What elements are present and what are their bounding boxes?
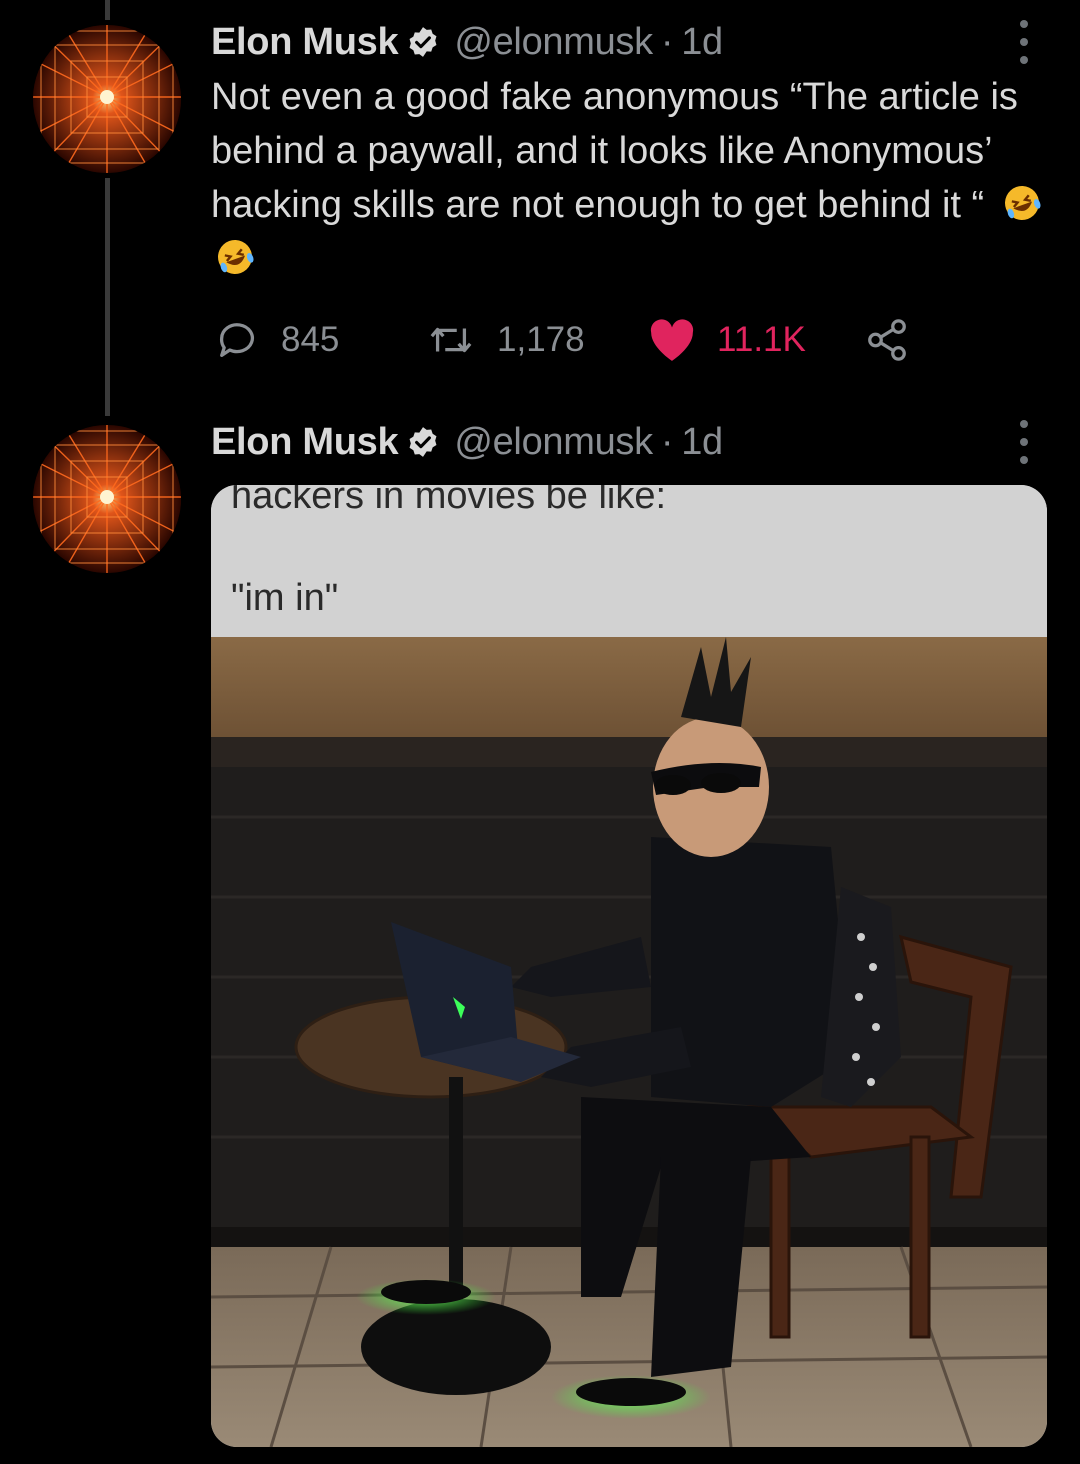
like-button[interactable]: 11.1K (647, 312, 806, 368)
verified-badge-icon (409, 27, 437, 57)
tweet-timestamp[interactable]: 1d (681, 421, 723, 464)
more-options-icon[interactable] (1010, 20, 1038, 64)
meme-caption: hackers in movies be like: "im in" (211, 485, 1047, 637)
meme-caption-line1: hackers in movies be like: (231, 485, 667, 517)
author-name[interactable]: Elon Musk (211, 421, 399, 464)
retweet-count: 1,178 (497, 320, 585, 359)
separator-dot: · (660, 20, 674, 63)
reply-icon (220, 323, 254, 357)
reply-button[interactable]: 845 (215, 312, 339, 368)
tweet-actions: 845 1,178 11.1K (211, 312, 971, 368)
laughing-emoji-icon (1005, 186, 1041, 220)
avatar[interactable] (33, 25, 181, 173)
share-button[interactable] (863, 312, 931, 368)
author-handle[interactable]: @elonmusk (454, 421, 653, 464)
share-icon (868, 319, 906, 361)
separator-dot: · (660, 420, 674, 463)
like-count: 11.1K (717, 320, 806, 359)
author-handle[interactable]: @elonmusk (454, 21, 653, 64)
tweet-media-image[interactable]: hackers in movies be like: "im in" (211, 485, 1047, 1447)
thread-line (105, 178, 110, 416)
thread-line-top (105, 0, 110, 20)
meme-caption-line2: "im in" (231, 577, 339, 619)
reply-count: 845 (281, 320, 340, 359)
retweet-icon (430, 327, 472, 353)
tweet-timestamp[interactable]: 1d (681, 21, 723, 64)
more-options-icon[interactable] (1010, 420, 1038, 464)
meme-photo (211, 637, 1047, 1447)
tweet-header: Elon Musk @elonmusk · 1d (211, 18, 723, 66)
avatar[interactable] (33, 425, 181, 573)
tweet-text: Not even a good fake anonymous “The arti… (211, 70, 1051, 286)
heart-icon (650, 319, 694, 361)
tweet-header: Elon Musk @elonmusk · 1d (211, 418, 723, 466)
retweet-button[interactable]: 1,178 (425, 312, 585, 368)
tweet-body: Not even a good fake anonymous “The arti… (211, 76, 1018, 226)
laughing-emoji-icon (218, 240, 254, 274)
verified-badge-icon (409, 427, 437, 457)
author-name[interactable]: Elon Musk (211, 21, 399, 64)
